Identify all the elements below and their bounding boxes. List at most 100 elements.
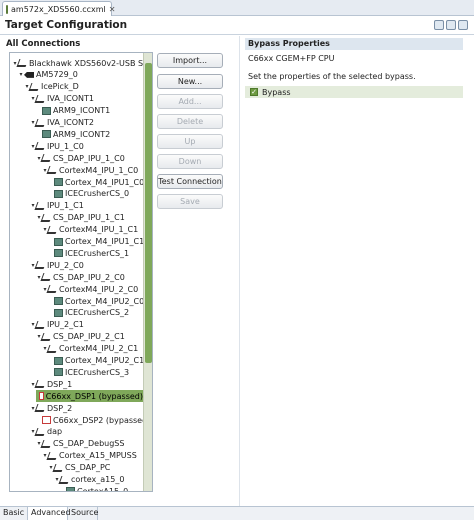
tab-basic[interactable]: Basic — [0, 507, 28, 520]
tree-item-label: ICECrusherCS_3 — [65, 367, 130, 377]
tree-item[interactable]: ▾ CortexM4_IPU_2_C1 — [42, 343, 138, 355]
cpu-icon — [42, 106, 51, 115]
tree-item[interactable]: ▾ AM5729_0 — [18, 69, 78, 81]
header-divider — [0, 34, 474, 35]
connection-icon — [34, 201, 47, 210]
connection-icon — [34, 94, 47, 103]
tree-item[interactable]: ▾ CortexM4_IPU_1_C0 — [42, 164, 138, 176]
connection-tree[interactable]: ▾Blackhawk XDS560v2-USB System▾AM5729_0▾… — [9, 52, 153, 492]
bypass-checkbox[interactable]: ✓ — [250, 88, 258, 96]
all-connections-label: All Connections — [6, 39, 81, 49]
cpu-icon — [42, 130, 51, 139]
tree-item-label: AM5729_0 — [36, 70, 78, 80]
tree-item[interactable]: ▾ CS_DAP_IPU_2_C0 — [36, 271, 124, 283]
close-icon[interactable]: ✕ — [109, 5, 116, 14]
tree-item[interactable]: ▾ CS_DAP_IPU_1_C1 — [36, 212, 124, 224]
cpu-icon — [54, 249, 63, 258]
connection-icon — [34, 380, 47, 389]
tree-item[interactable]: ▾ Cortex_A15_MPUSS — [42, 450, 137, 462]
tree-item-label: Cortex_A15_MPUSS — [59, 451, 137, 461]
bypass-icon — [38, 392, 44, 401]
delete-button[interactable]: Delete — [157, 114, 223, 129]
tree-item-label: Blackhawk XDS560v2-USB System — [29, 58, 152, 68]
tree-item[interactable]: ▾ CS_DAP_PC — [48, 462, 110, 474]
tree-item-label: ARM9_ICONT2 — [53, 129, 111, 139]
tree-item-label: CortexM4_IPU_2_C0 — [59, 284, 139, 294]
cpu-icon — [54, 297, 63, 305]
connection-icon — [34, 320, 47, 329]
tree-item[interactable]: ICECrusherCS_3 — [48, 366, 129, 378]
tree-item[interactable]: Cortex_M4_IPU2_C1 — [48, 355, 144, 367]
tree-item[interactable]: ▾ IPU_2_C0 — [30, 259, 83, 271]
connection-icon — [34, 404, 47, 413]
tree-scrollbar[interactable] — [143, 53, 152, 491]
tab-advanced[interactable]: Advanced — [28, 507, 71, 520]
save-button[interactable]: Save — [157, 194, 223, 209]
properties-header: Bypass Properties — [245, 38, 463, 50]
connection-icon — [40, 439, 53, 448]
cpu-name: C66xx CGEM+FP CPU — [248, 54, 335, 63]
tree-scrollbar-thumb[interactable] — [145, 63, 152, 363]
tree-item[interactable]: ▾ IPU_1_C1 — [30, 200, 83, 212]
connection-icon — [16, 59, 29, 67]
tree-item[interactable]: ▾ CS_DAP_IPU_1_C0 — [36, 152, 124, 164]
tree-item-label: DSP_1 — [47, 379, 73, 389]
tree-item[interactable]: CortexA15_0 — [60, 485, 128, 491]
tree-item[interactable]: ▾Blackhawk XDS560v2-USB System — [12, 57, 152, 69]
tree-item[interactable]: Cortex_M4_IPU2_C0 — [48, 295, 144, 307]
connection-icon — [34, 427, 47, 436]
tree-item[interactable]: ▾ CS_DAP_DebugSS — [36, 438, 124, 450]
cpu-icon — [54, 189, 63, 198]
connection-icon — [40, 154, 53, 163]
tree-item[interactable]: ▾ CortexM4_IPU_1_C1 — [42, 224, 138, 236]
down-button[interactable]: Down — [157, 154, 223, 169]
help-icon[interactable] — [434, 20, 444, 30]
tree-item[interactable]: ▾ CS_DAP_IPU_2_C1 — [36, 331, 125, 343]
connection-icon — [46, 344, 59, 353]
tree-item[interactable]: ICECrusherCS_1 — [48, 247, 129, 259]
connection-icon — [40, 332, 53, 341]
tab-source[interactable]: Source — [68, 507, 98, 520]
tree-item[interactable]: C66xx_DSP2 (bypassed) — [36, 414, 150, 426]
tree-item[interactable]: ▾ cortex_a15_0 — [54, 474, 124, 486]
layout-icon[interactable] — [446, 20, 456, 30]
settings-icon[interactable] — [458, 20, 468, 30]
tree-item-label: CS_DAP_DebugSS — [53, 439, 125, 449]
new-button[interactable]: New... — [157, 74, 223, 89]
tree-item[interactable]: ARM9_ICONT1 — [36, 105, 110, 117]
tree-item[interactable]: Cortex_M4_IPU1_C0 — [48, 176, 144, 188]
add-button[interactable]: Add... — [157, 94, 223, 109]
tree-item[interactable]: ICECrusherCS_2 — [48, 307, 129, 319]
tree-item-label: C66xx_DSP1 (bypassed) — [45, 391, 143, 401]
tree-item[interactable]: ICECrusherCS_0 — [48, 188, 129, 200]
tree-item[interactable]: ▾ IVA_ICONT2 — [30, 117, 94, 129]
test-connection-button[interactable]: Test Connection — [157, 174, 223, 189]
tree-item[interactable]: ▾ IVA_ICONT1 — [30, 93, 94, 105]
connection-icon — [34, 118, 47, 127]
connection-icon — [46, 166, 59, 175]
bypass-label: Bypass — [262, 87, 291, 97]
tree-item[interactable]: C66xx_DSP1 (bypassed) — [36, 390, 143, 403]
tree-item[interactable]: ▾ dap — [30, 426, 62, 438]
tree-item[interactable]: Cortex_M4_IPU1_C1 — [48, 236, 144, 248]
tree-item[interactable]: ▾ CortexM4_IPU_2_C0 — [42, 283, 138, 295]
ccxml-file-icon — [6, 4, 8, 14]
pane-separator — [239, 36, 240, 506]
up-button[interactable]: Up — [157, 134, 223, 149]
tree-item-label: CortexM4_IPU_2_C1 — [59, 344, 139, 354]
tree-item-label: ICECrusherCS_0 — [65, 189, 130, 199]
tree-item[interactable]: ARM9_ICONT2 — [36, 128, 110, 140]
tree-item[interactable]: ▾ IPU_2_C1 — [30, 319, 83, 331]
tree-item-label: cortex_a15_0 — [71, 475, 125, 484]
tree-item[interactable]: ▾ DSP_1 — [30, 378, 72, 390]
bypass-checkbox-row[interactable]: ✓ Bypass — [245, 86, 463, 98]
expand-toggle-icon[interactable]: ▾ — [18, 71, 24, 78]
tree-item[interactable]: ▾ DSP_2 — [30, 402, 72, 414]
properties-hint: Set the properties of the selected bypas… — [248, 72, 416, 81]
editor-tab[interactable]: am572x_XDS560.ccxml ✕ — [2, 1, 115, 16]
tree-item[interactable]: ▾ IPU_1_C0 — [30, 140, 83, 152]
import-button[interactable]: Import... — [157, 53, 223, 68]
tree-item-label: CS_DAP_IPU_2_C1 — [53, 332, 125, 342]
tree-item[interactable]: ▾ IcePick_D — [24, 81, 78, 93]
tree-item-label: CS_DAP_PC — [65, 463, 111, 473]
